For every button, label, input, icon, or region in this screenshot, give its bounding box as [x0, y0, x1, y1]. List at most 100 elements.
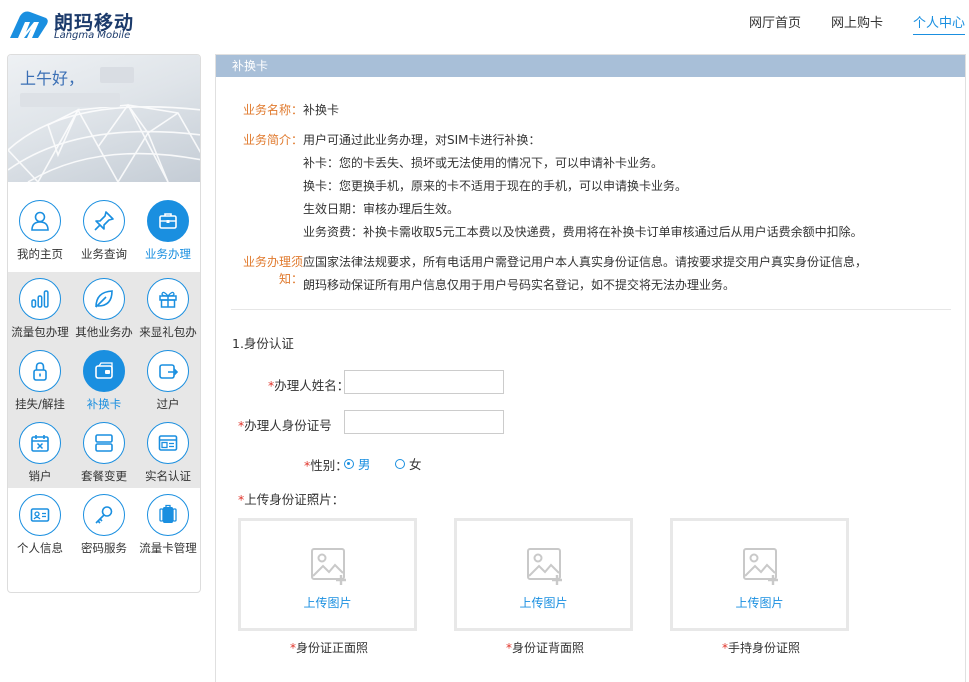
- menu-label: 销户: [28, 469, 52, 483]
- image-upload-icon: [311, 548, 346, 585]
- leaf-icon: [83, 278, 125, 320]
- briefcase-icon: [147, 200, 189, 242]
- notice-label-tail: 知：: [279, 272, 304, 286]
- menu-row: 我的主页 业务查询 业务办理: [8, 182, 200, 272]
- menu-real-name[interactable]: 实名认证: [136, 416, 200, 488]
- gender-label: *性别：: [304, 455, 348, 474]
- gift-icon: [147, 278, 189, 320]
- caption-text: 身份证背面照: [512, 641, 585, 655]
- menu-label: 业务查询: [81, 247, 127, 261]
- sidebar: 上午好， 我的主页 业务查询 业务办理 流量包办理 其他业务办 来显礼包办 挂失…: [7, 54, 201, 593]
- menu-label: 流量卡管理: [139, 541, 197, 555]
- menu-password-service[interactable]: 密码服务: [72, 488, 136, 566]
- main-panel: 补换卡 业务名称：补换卡 业务简介：用户可通过此业务办理，对SIM卡进行补换： …: [215, 54, 966, 682]
- menu-caller-id-gift[interactable]: 来显礼包办: [136, 272, 200, 344]
- business-name-row: 业务名称：补换卡: [243, 101, 339, 118]
- menu-row: 流量包办理 其他业务办 来显礼包办: [8, 272, 200, 344]
- nav-personal-center[interactable]: 个人中心: [912, 12, 965, 35]
- notice-line: 朗玛移动保证所有用户信息仅用于用户号码实名登记，如不提交将无法办理业务。: [303, 278, 736, 292]
- bar-chart-icon: [19, 278, 61, 320]
- calendar-x-icon: [19, 422, 61, 464]
- upload-caption: *身份证背面照: [506, 639, 584, 656]
- gender-female-radio[interactable]: 女: [395, 454, 422, 473]
- brand-name-en: Langma Mobile: [54, 30, 131, 41]
- menu-label: 密码服务: [81, 541, 127, 555]
- menu-transfer[interactable]: 过户: [136, 344, 200, 416]
- menu-row: 个人信息 密码服务 流量卡管理: [8, 488, 200, 566]
- caption-text: 手持身份证照: [728, 641, 801, 655]
- menu-label: 我的主页: [17, 247, 63, 261]
- upload-front-photo[interactable]: 上传图片: [238, 518, 417, 631]
- name-label-text: 办理人姓名：: [274, 378, 350, 393]
- intro-line: 生效日期：审核办理后生效。: [303, 202, 460, 216]
- key-icon: [83, 494, 125, 536]
- menu-business-query[interactable]: 业务查询: [72, 194, 136, 272]
- caption-text: 身份证正面照: [296, 641, 369, 655]
- menu-label: 挂失/解挂: [15, 397, 65, 411]
- masked-username: [100, 67, 134, 83]
- menu-label: 来显礼包办: [139, 325, 197, 339]
- header: 朗玛移动 Langma Mobile 网厅首页 网上购卡 个人中心: [0, 0, 969, 46]
- user-icon: [19, 200, 61, 242]
- menu-cancel-account[interactable]: 销户: [8, 416, 72, 488]
- business-name-label: 业务名称：: [243, 103, 304, 117]
- radio-label: 女: [409, 457, 422, 472]
- menu-my-home[interactable]: 我的主页: [8, 194, 72, 272]
- menu-other-business[interactable]: 其他业务办: [72, 272, 136, 344]
- photo-label-text: 上传身份证照片：: [244, 492, 345, 507]
- menu-label: 实名认证: [145, 469, 191, 483]
- upload-text: 上传图片: [519, 596, 568, 610]
- gender-male-radio[interactable]: 男: [344, 454, 371, 473]
- nav-buy-card[interactable]: 网上购卡: [831, 12, 883, 35]
- logo-mark-icon: [10, 11, 48, 38]
- upload-back-photo[interactable]: 上传图片: [454, 518, 633, 631]
- image-upload-icon: [743, 548, 778, 585]
- intro-line: 换卡：您更换手机，原来的卡不适用于现在的手机，可以申请换卡业务。: [303, 179, 688, 193]
- menu-report-loss[interactable]: 挂失/解挂: [8, 344, 72, 416]
- notice-label: 业务办理须: [243, 255, 304, 269]
- id-card-icon: [147, 422, 189, 464]
- menu-plan-change[interactable]: 套餐变更: [72, 416, 136, 488]
- divider: [231, 309, 951, 310]
- name-label: *办理人姓名：: [268, 375, 349, 394]
- radio-unselected-icon: [395, 458, 405, 469]
- menu-label: 套餐变更: [81, 469, 127, 483]
- menu-label: 过户: [156, 397, 180, 411]
- intro-line: 补卡：您的卡丢失、损坏或无法使用的情况下，可以申请补卡业务。: [303, 156, 664, 170]
- menu-sim-management[interactable]: 流量卡管理: [136, 488, 200, 566]
- panel-title: 补换卡: [216, 55, 965, 77]
- upload-caption: *身份证正面照: [290, 639, 368, 656]
- nav-home[interactable]: 网厅首页: [749, 12, 801, 35]
- greeting-text: 上午好，: [20, 69, 85, 88]
- image-upload-icon: [527, 548, 562, 585]
- intro-line: 业务资费：补换卡需收取5元工本费以及快递费，费用将在补换卡订单审核通过后从用户话…: [303, 225, 863, 239]
- package-icon: [83, 422, 125, 464]
- card-icon: [83, 350, 125, 392]
- menu-label: 其他业务办: [75, 325, 133, 339]
- lock-icon: [19, 350, 61, 392]
- brand-logo[interactable]: 朗玛移动 Langma Mobile: [8, 6, 138, 44]
- sidebar-banner: 上午好，: [8, 55, 200, 182]
- upload-text: 上传图片: [735, 596, 784, 610]
- id-label: *办理人身份证号: [238, 415, 332, 434]
- upload-handheld-photo[interactable]: 上传图片: [670, 518, 849, 631]
- section-title: 1.身份认证: [232, 336, 294, 351]
- id-number-input[interactable]: [344, 410, 504, 434]
- menu-label: 补换卡: [86, 397, 122, 411]
- menu-label: 业务办理: [145, 247, 191, 261]
- menu-label: 个人信息: [17, 541, 63, 555]
- menu-replace-card[interactable]: 补换卡: [72, 344, 136, 416]
- id-label-text: 办理人身份证号: [244, 418, 332, 433]
- menu-row: 挂失/解挂 补换卡 过户: [8, 344, 200, 416]
- gender-label-text: 性别：: [310, 458, 348, 473]
- profile-card-icon: [19, 494, 61, 536]
- business-intro-label: 业务简介：: [243, 133, 304, 147]
- business-intro-row: 业务简介：用户可通过此业务办理，对SIM卡进行补换：: [243, 131, 541, 148]
- photo-label: *上传身份证照片：: [238, 489, 344, 508]
- name-input[interactable]: [344, 370, 504, 394]
- intro-line: 用户可通过此业务办理，对SIM卡进行补换：: [303, 133, 541, 147]
- menu-data-package[interactable]: 流量包办理: [8, 272, 72, 344]
- menu-personal-info[interactable]: 个人信息: [8, 488, 72, 566]
- notice-line: 应国家法律法规要求，所有电话用户需登记用户本人真实身份证信息。请按要求提交用户真…: [303, 255, 868, 269]
- menu-business-handling[interactable]: 业务办理: [136, 194, 200, 272]
